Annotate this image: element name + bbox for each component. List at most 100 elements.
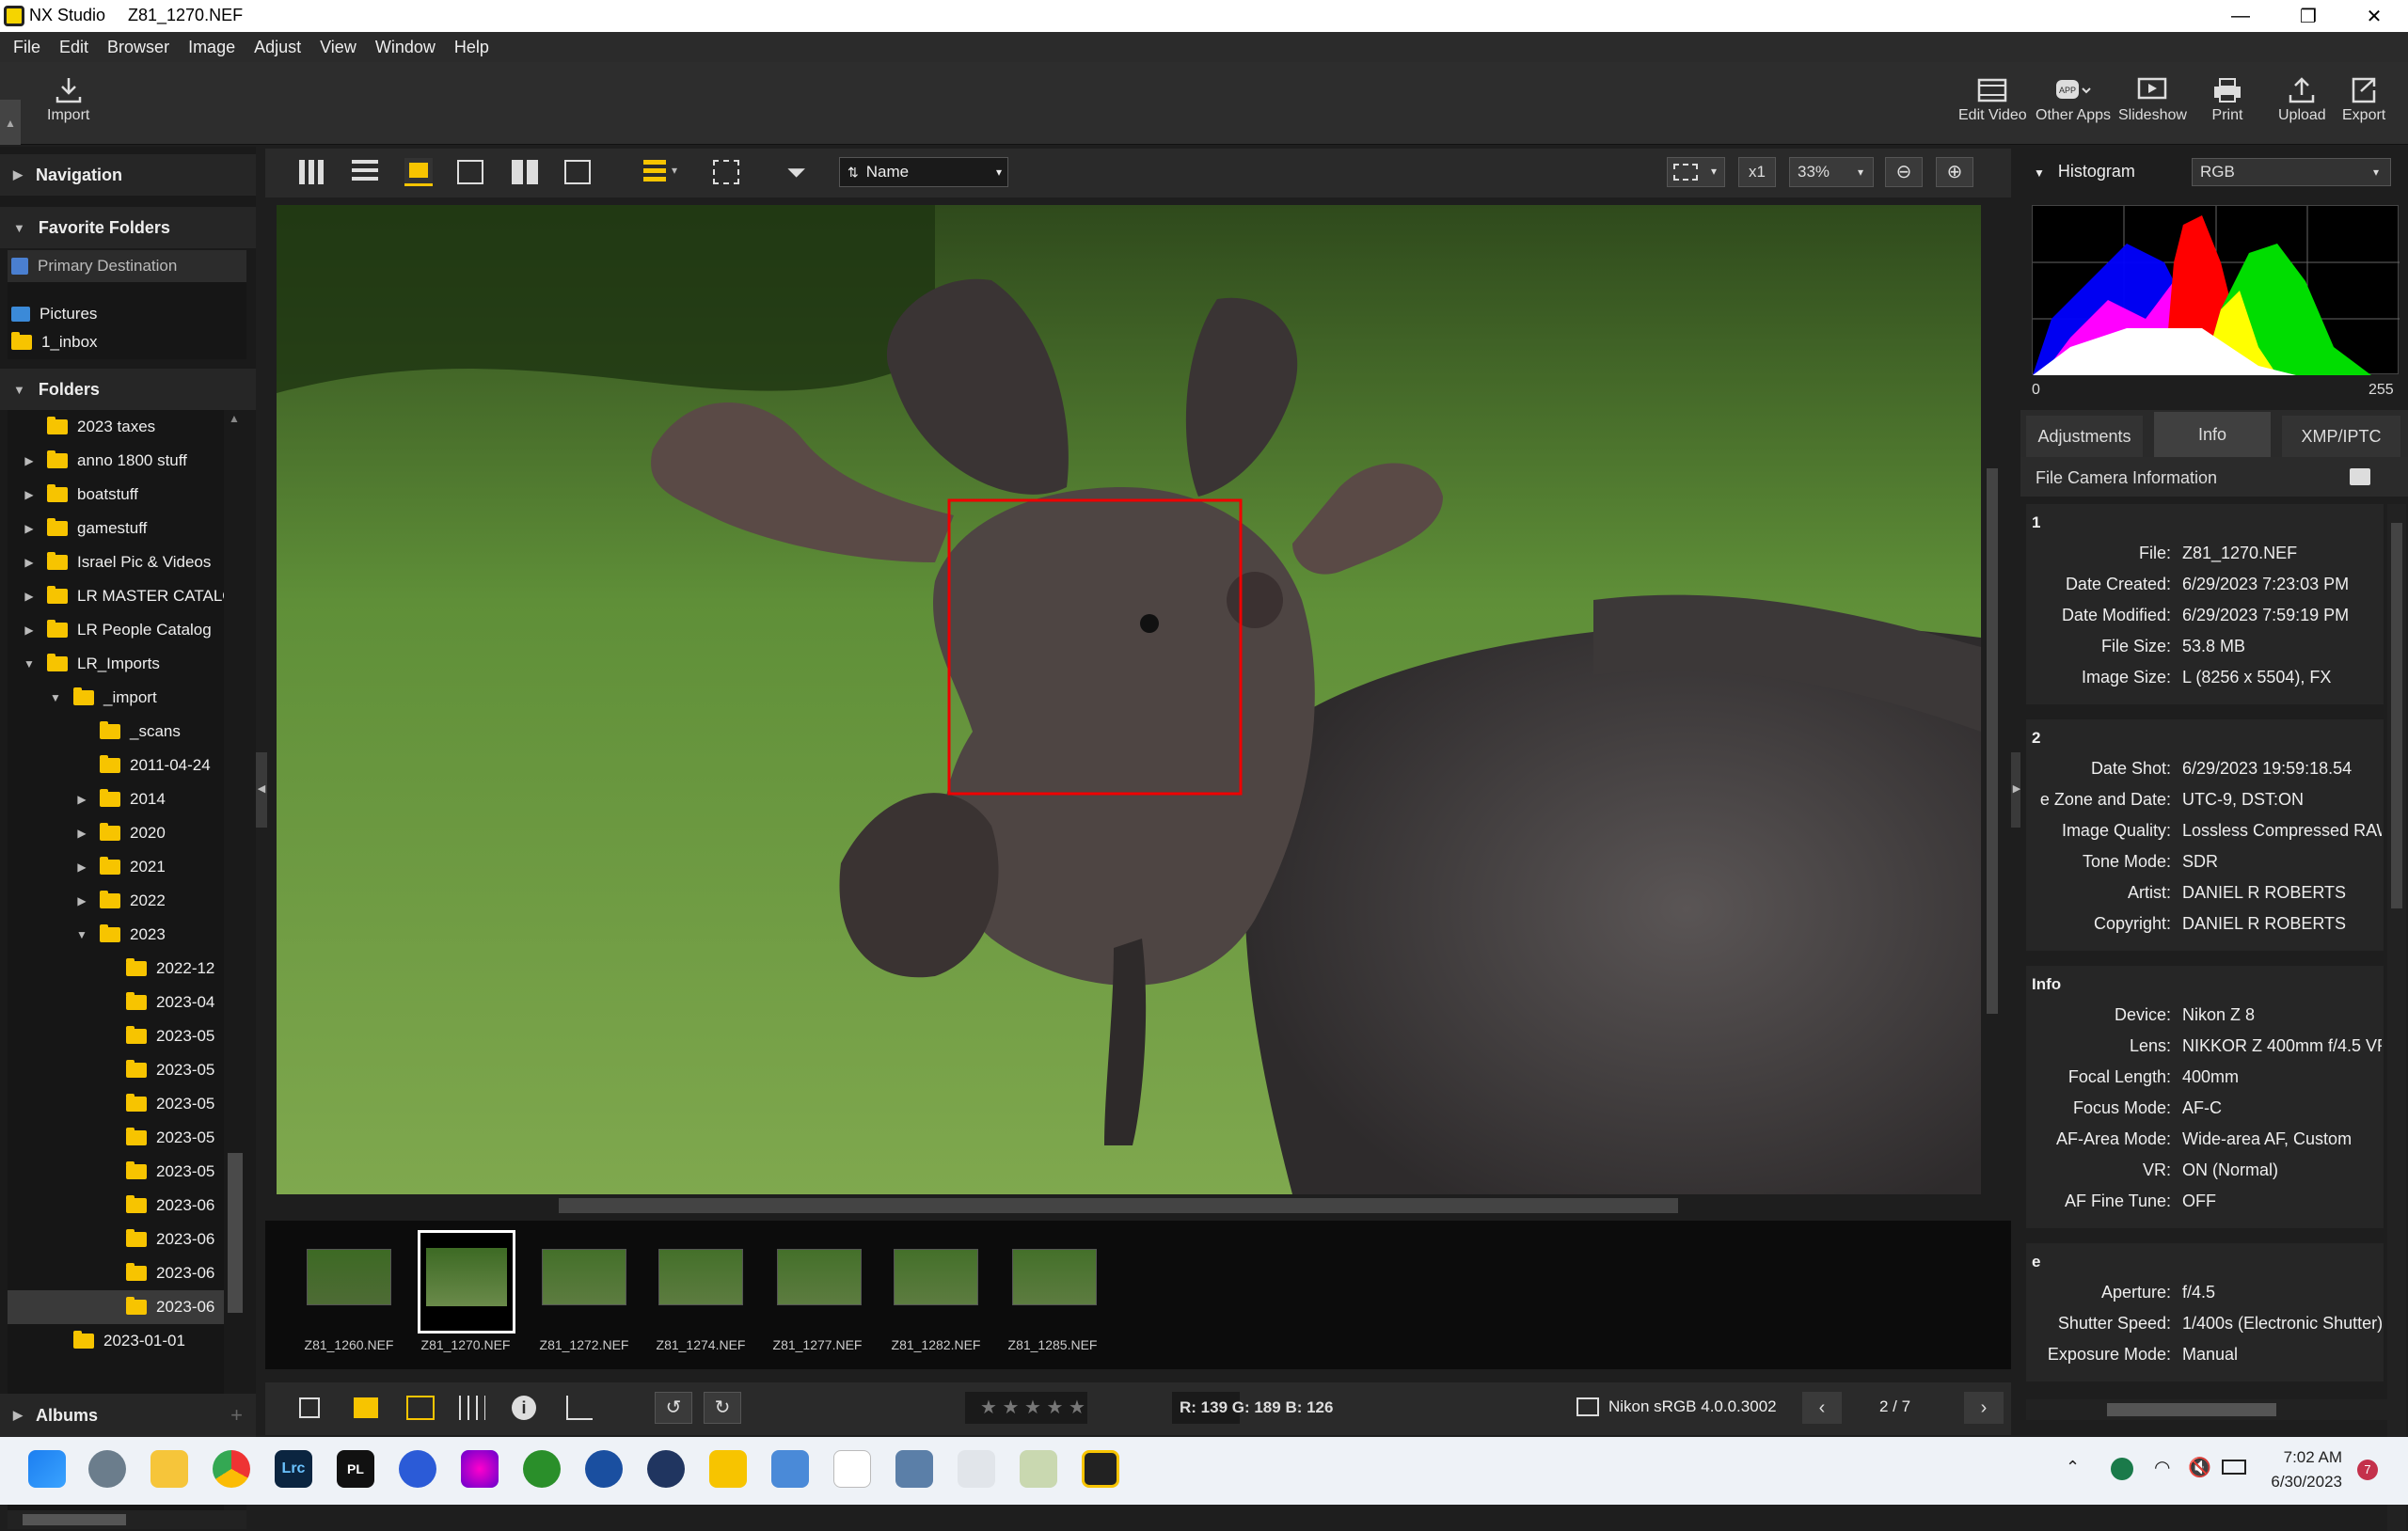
zoom-out-icon[interactable]: ⊖: [1885, 157, 1923, 187]
expand-arrow-icon[interactable]: ▶: [19, 454, 40, 467]
fit-mode-select[interactable]: ▾: [1667, 157, 1725, 187]
wifi-icon[interactable]: ◠: [2154, 1456, 2170, 1479]
rotate-right-icon[interactable]: ↻: [704, 1392, 741, 1424]
app-icon[interactable]: [399, 1450, 436, 1488]
app-icon[interactable]: [523, 1450, 561, 1488]
list-view-icon[interactable]: [352, 160, 378, 184]
collapse-arrow-icon[interactable]: ▼: [71, 928, 92, 941]
menu-window[interactable]: Window: [375, 38, 436, 57]
minimize-button[interactable]: —: [2207, 0, 2274, 32]
thumbnail[interactable]: [307, 1249, 391, 1305]
edit-video-button[interactable]: Edit Video: [1958, 73, 2027, 124]
thumbnail[interactable]: [894, 1249, 978, 1305]
clock-time[interactable]: 7:02 AM: [2267, 1448, 2342, 1467]
scrollbar-thumb[interactable]: [1987, 468, 1998, 1014]
fav-primary-destination[interactable]: Primary Destination: [8, 250, 246, 282]
windows-start-icon[interactable]: [28, 1450, 66, 1488]
menu-edit[interactable]: Edit: [59, 38, 88, 57]
viewer-vscroll[interactable]: [1983, 205, 2002, 1194]
folder-tree-item[interactable]: 2023-05: [8, 1087, 224, 1121]
thumbnail[interactable]: [542, 1249, 626, 1305]
app-icon[interactable]: [771, 1450, 809, 1488]
folder-tree-item[interactable]: ▼ LR_Imports: [8, 647, 224, 681]
albums-header[interactable]: ▶ Albums +: [0, 1394, 256, 1437]
thumbnail-grid-icon[interactable]: [299, 160, 324, 184]
folder-tree-item[interactable]: ▶ 2021: [8, 850, 224, 884]
info-vscroll[interactable]: [2387, 504, 2406, 1531]
snipping-tool-icon[interactable]: [958, 1450, 995, 1488]
clock-date[interactable]: 6/30/2023: [2254, 1473, 2342, 1492]
expand-arrow-icon[interactable]: ▶: [19, 522, 40, 535]
folder-tree-item[interactable]: ▶ 2014: [8, 782, 224, 816]
label-color-icon[interactable]: [354, 1397, 378, 1418]
compare-view-icon[interactable]: [512, 160, 538, 184]
fav-1-inbox[interactable]: 1_inbox: [8, 329, 246, 355]
fit-screen-icon[interactable]: [713, 160, 739, 184]
navigation-header[interactable]: ▶ Navigation: [0, 154, 256, 196]
app-icon[interactable]: [1020, 1450, 1057, 1488]
folder-tree-item[interactable]: ▼ _import: [8, 681, 224, 715]
file-explorer-icon[interactable]: [150, 1450, 188, 1488]
menu-adjust[interactable]: Adjust: [254, 38, 301, 57]
info-icon[interactable]: i: [512, 1396, 536, 1420]
slideshow-button[interactable]: Slideshow: [2118, 73, 2187, 124]
tab-info[interactable]: Info: [2154, 412, 2271, 457]
menu-browser[interactable]: Browser: [107, 38, 169, 57]
lightroom-classic-icon[interactable]: Lrc: [275, 1450, 312, 1488]
collapse-toolbar-button[interactable]: ▲: [0, 100, 21, 145]
menu-file[interactable]: File: [13, 38, 40, 57]
import-button[interactable]: Import: [47, 73, 89, 124]
nx-studio-icon[interactable]: [1082, 1450, 1119, 1488]
filmstrip-view-icon[interactable]: [457, 160, 483, 184]
app-icon[interactable]: [585, 1450, 623, 1488]
folder-tree-item[interactable]: ▶ gamestuff: [8, 512, 224, 545]
settings-icon[interactable]: [88, 1450, 126, 1488]
zoom-select[interactable]: 33% ▾: [1789, 157, 1874, 187]
previous-image-icon[interactable]: ‹: [1802, 1392, 1842, 1424]
chrome-icon[interactable]: [213, 1450, 250, 1488]
folder-tree-item[interactable]: ▶ LR People Catalog: [8, 613, 224, 647]
folder-tree-item[interactable]: 2023-01-01: [8, 1324, 224, 1358]
thumbnail[interactable]: [658, 1249, 743, 1305]
thumbnail[interactable]: [777, 1249, 862, 1305]
grid-icon[interactable]: [459, 1396, 485, 1420]
folder-tree-item[interactable]: 2022-12: [8, 952, 224, 986]
folder-tree-item[interactable]: 2023-06: [8, 1223, 224, 1256]
folder-tree-item[interactable]: 2023 taxes: [8, 410, 224, 444]
rating-stars[interactable]: ★ ★ ★ ★ ★: [965, 1392, 1087, 1424]
zoom-1x-button[interactable]: x1: [1738, 157, 1776, 187]
expand-arrow-icon[interactable]: ▶: [71, 827, 92, 840]
filter-icon[interactable]: ⏷: [786, 158, 806, 188]
menu-image[interactable]: Image: [188, 38, 235, 57]
folder-tree-item[interactable]: ▶ 2020: [8, 816, 224, 850]
speaker-muted-icon[interactable]: 🔇: [2188, 1456, 2211, 1479]
info-hscroll[interactable]: [2026, 1399, 2387, 1420]
filmstrip-layout-icon[interactable]: [643, 160, 666, 184]
folders-header[interactable]: ▼ Folders: [0, 369, 256, 410]
folder-tree-item[interactable]: ▼ 2023: [8, 918, 224, 952]
folder-tree-item[interactable]: ▶ 2022: [8, 884, 224, 918]
tab-xmp-iptc[interactable]: XMP/IPTC: [2282, 416, 2400, 457]
folder-tree-item[interactable]: 2023-06: [8, 1290, 224, 1324]
thumbnail[interactable]: [1012, 1249, 1097, 1305]
folder-tree-item[interactable]: ▶ Israel Pic & Videos: [8, 545, 224, 579]
next-image-icon[interactable]: ›: [1964, 1392, 2004, 1424]
expand-arrow-icon[interactable]: ▶: [19, 488, 40, 501]
collapse-arrow-icon[interactable]: ▼: [45, 691, 66, 704]
single-view-button[interactable]: [404, 158, 433, 186]
scrollbar-thumb[interactable]: [2391, 523, 2402, 908]
battery-icon[interactable]: [2222, 1460, 2246, 1475]
export-button[interactable]: Export: [2342, 73, 2385, 124]
menu-view[interactable]: View: [320, 38, 356, 57]
nx-studio-alt-icon[interactable]: [709, 1450, 747, 1488]
expand-arrow-icon[interactable]: ▶: [19, 556, 40, 569]
focus-point-icon[interactable]: [406, 1396, 435, 1420]
maximize-button[interactable]: ❐: [2274, 0, 2342, 32]
histogram-icon[interactable]: [566, 1396, 593, 1420]
menu-help[interactable]: Help: [454, 38, 489, 57]
folder-tree-item[interactable]: 2023-06: [8, 1189, 224, 1223]
add-album-icon[interactable]: +: [230, 1403, 243, 1428]
expand-arrow-icon[interactable]: ▶: [71, 860, 92, 874]
favorite-folders-header[interactable]: ▼ Favorite Folders: [0, 207, 256, 248]
expand-arrow-icon[interactable]: ▶: [19, 590, 40, 603]
